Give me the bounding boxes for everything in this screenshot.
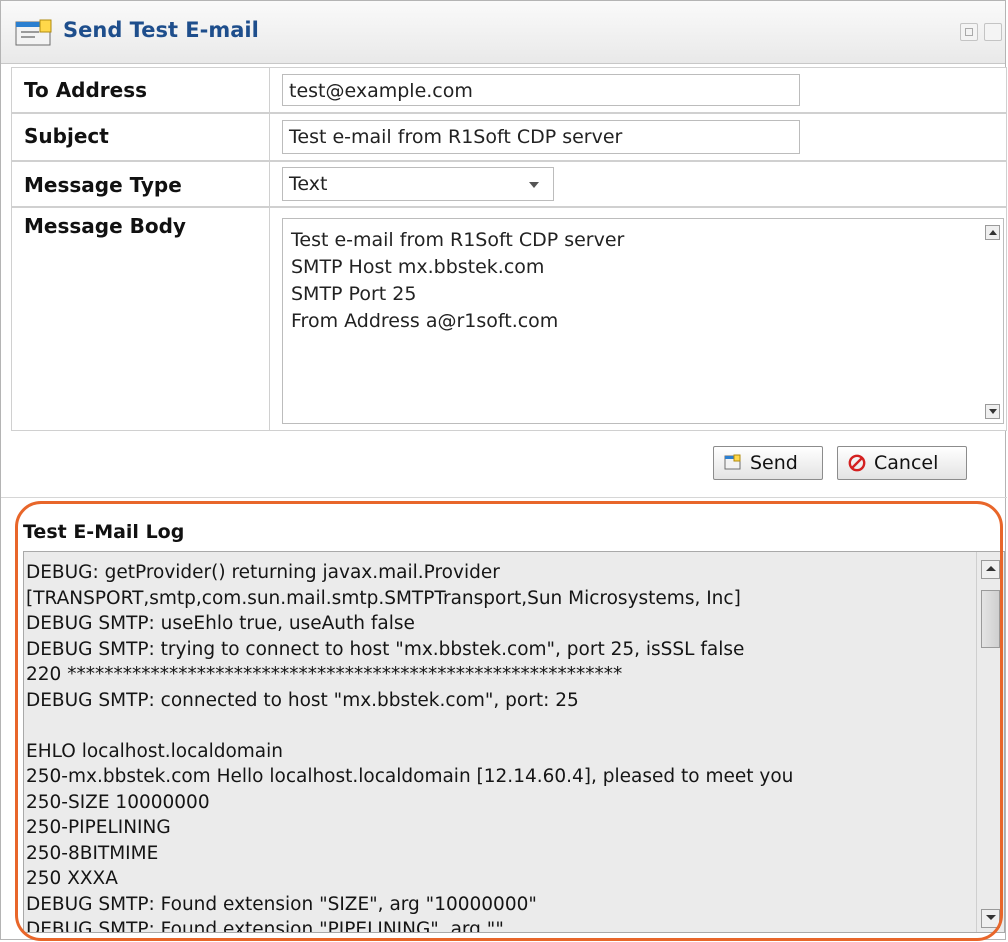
to-address-row: To Address test@example.com	[11, 67, 1007, 113]
section-divider	[1, 497, 1007, 498]
message-body-scrollbar[interactable]	[983, 219, 1003, 423]
cancel-button[interactable]: Cancel	[837, 446, 967, 480]
cancel-icon	[848, 454, 866, 472]
log-line: DEBUG SMTP: trying to connect to host "m…	[26, 638, 745, 660]
arrow-down-icon	[989, 409, 997, 414]
message-body-row: Message Body Test e-mail from R1Soft CDP…	[11, 207, 1007, 431]
log-line: 220 ************************************…	[26, 664, 623, 685]
log-line: 250-SIZE 10000000	[26, 791, 210, 813]
subject-input[interactable]: Test e-mail from R1Soft CDP server	[282, 120, 800, 154]
log-line: DEBUG: getProvider() returning javax.mai…	[26, 562, 500, 583]
close-button[interactable]	[984, 23, 1002, 41]
send-test-email-dialog: Send Test E-mail To Address test@example…	[0, 0, 1007, 941]
log-line: DEBUG SMTP: connected to host "mx.bbstek…	[26, 689, 579, 711]
send-button-label: Send	[750, 452, 798, 474]
log-title: Test E-Mail Log	[23, 521, 185, 543]
message-type-label: Message Type	[12, 162, 270, 206]
message-type-select[interactable]: Text	[282, 167, 554, 201]
log-scroll-down-button[interactable]	[981, 909, 1000, 928]
log-line: DEBUG SMTP: Found extension "SIZE", arg …	[26, 893, 537, 915]
log-line: EHLO localhost.localdomain	[26, 740, 284, 762]
dialog-title: Send Test E-mail	[63, 18, 259, 42]
log-scroll-up-button[interactable]	[981, 560, 1000, 579]
arrow-down-icon	[986, 915, 996, 920]
email-window-icon	[15, 19, 53, 47]
message-body-line: Test e-mail from R1Soft CDP server	[291, 229, 625, 251]
subject-row: Subject Test e-mail from R1Soft CDP serv…	[11, 113, 1007, 161]
log-line: 250-8BITMIME	[26, 842, 159, 864]
cancel-button-label: Cancel	[874, 452, 939, 474]
email-log-text: DEBUG: getProvider() returning javax.mai…	[26, 560, 974, 933]
maximize-button[interactable]	[960, 23, 978, 41]
arrow-up-icon	[986, 566, 996, 571]
message-body-text: Test e-mail from R1Soft CDP server SMTP …	[291, 227, 624, 335]
subject-label: Subject	[12, 114, 270, 160]
message-type-value: Text	[289, 173, 328, 195]
message-body-line: SMTP Host mx.bbstek.com	[291, 256, 545, 278]
send-mail-icon	[724, 454, 742, 472]
log-scrollbar[interactable]	[976, 552, 1004, 932]
message-type-row: Message Type Text	[11, 161, 1007, 207]
arrow-up-icon	[989, 230, 997, 235]
send-button[interactable]: Send	[713, 446, 823, 480]
email-form: To Address test@example.com Subject Test…	[11, 67, 1007, 431]
message-body-textarea[interactable]: Test e-mail from R1Soft CDP server SMTP …	[282, 218, 1004, 424]
log-line: 250 XXXA	[26, 868, 118, 889]
scroll-up-button[interactable]	[985, 225, 1000, 240]
email-log-area[interactable]: DEBUG: getProvider() returning javax.mai…	[23, 551, 1005, 933]
log-scroll-thumb[interactable]	[981, 590, 1000, 648]
to-address-label: To Address	[12, 68, 270, 112]
log-line: 250-PIPELINING	[26, 817, 171, 838]
log-line: DEBUG SMTP: useEhlo true, useAuth false	[26, 613, 415, 634]
log-line: [TRANSPORT,smtp,com.sun.mail.smtp.SMTPTr…	[26, 587, 741, 609]
log-line: 250-mx.bbstek.com Hello localhost.locald…	[26, 766, 794, 787]
to-address-input[interactable]: test@example.com	[282, 74, 800, 106]
scroll-down-button[interactable]	[985, 404, 1000, 419]
log-line: DEBUG SMTP: Found extension "PIPELINING"…	[26, 919, 504, 933]
title-bar: Send Test E-mail	[1, 1, 1005, 64]
chevron-down-icon	[529, 182, 539, 188]
message-body-line: From Address a@r1soft.com	[291, 310, 559, 332]
message-body-label: Message Body	[12, 208, 270, 430]
message-body-line: SMTP Port 25	[291, 283, 417, 305]
